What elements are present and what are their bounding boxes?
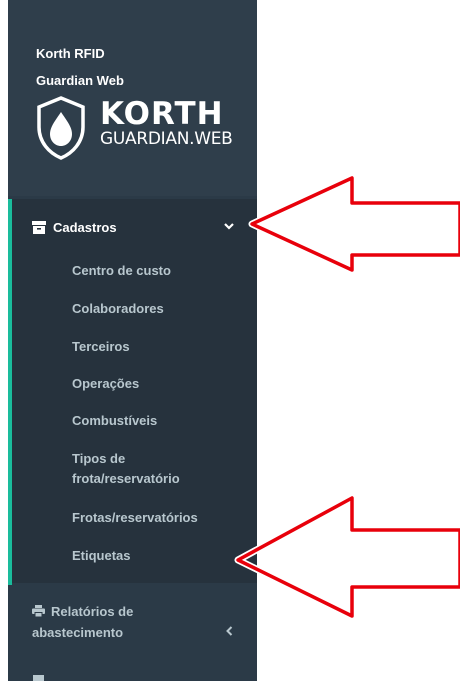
active-indicator — [8, 199, 12, 585]
chevron-down-icon[interactable] — [223, 216, 235, 236]
app-name-line1: Korth RFID — [36, 46, 105, 61]
submenu-item-combustiveis[interactable]: Combustíveis — [72, 411, 242, 431]
menu-item-icon — [33, 675, 44, 681]
annotation-arrow-etiquetas — [234, 494, 460, 620]
submenu-item-frotas-reservatorios[interactable]: Frotas/reservatórios — [72, 508, 242, 528]
submenu-item-terceiros[interactable]: Terceiros — [72, 337, 242, 357]
archive-icon — [32, 220, 46, 234]
logo[interactable]: KORTH GUARDIAN.WEB — [36, 96, 257, 160]
menu-item-label: Relatórios de abastecimento — [32, 604, 134, 640]
logo-wordmark-korth: KORTH — [100, 96, 224, 132]
menu-item-label: Cadastros — [53, 219, 117, 235]
shield-drop-icon — [37, 96, 85, 160]
brand-header: Korth RFID Guardian Web KORTH GUARDIAN.W… — [8, 0, 257, 196]
chevron-left-icon[interactable] — [223, 622, 235, 640]
submenu-item-operacoes[interactable]: Operações — [72, 374, 242, 394]
printer-icon — [32, 605, 45, 617]
submenu-item-tipos-de-frota[interactable]: Tipos de frota/reservatório — [72, 449, 222, 489]
annotation-arrow-cadastros — [248, 174, 460, 274]
app-name-line2: Guardian Web — [36, 73, 124, 88]
submenu-item-centro-de-custo[interactable]: Centro de custo — [72, 261, 242, 281]
submenu-item-colaboradores[interactable]: Colaboradores — [72, 299, 242, 319]
logo-wordmark-guardian: GUARDIAN.WEB — [100, 129, 233, 149]
submenu-item-etiquetas[interactable]: Etiquetas — [72, 546, 242, 566]
menu-item-relatorios[interactable]: Relatórios de abastecimento — [32, 601, 212, 643]
menu-item-cadastros[interactable]: Cadastros — [32, 216, 117, 238]
sidebar: Korth RFID Guardian Web KORTH GUARDIAN.W… — [8, 0, 257, 681]
